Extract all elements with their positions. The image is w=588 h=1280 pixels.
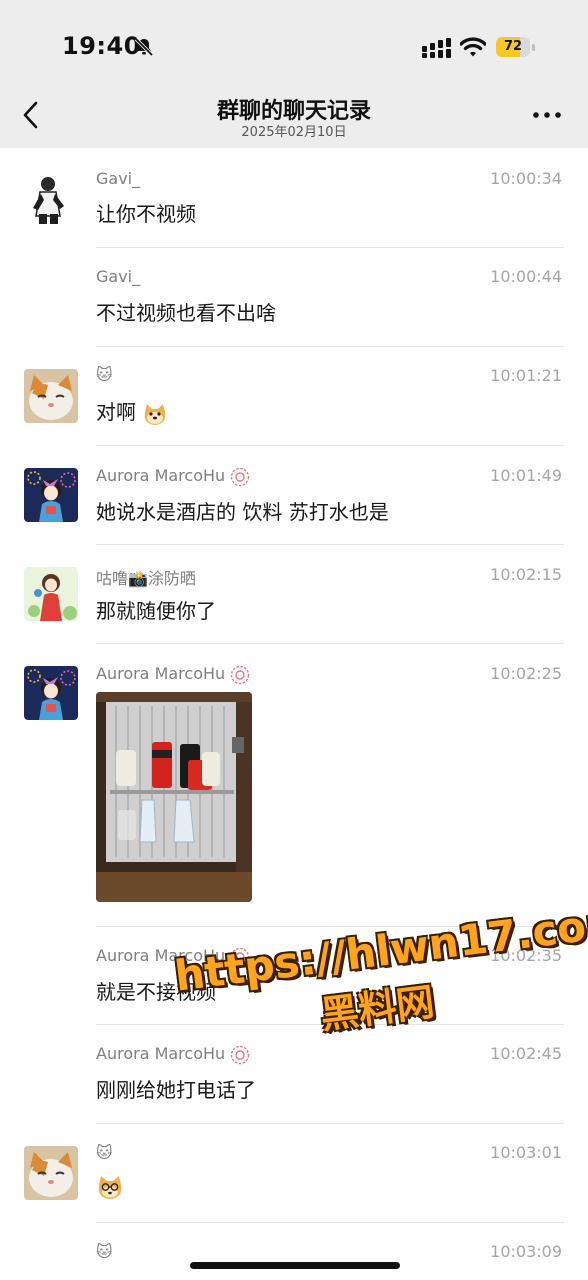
chat-message[interactable]: 🐱 10:01:21 对啊	[0, 347, 588, 446]
sender-name: Gavi_	[96, 267, 141, 286]
avatar-cat[interactable]	[24, 1146, 78, 1200]
mute-bell-icon	[134, 37, 154, 57]
message-text: 不过视频也看不出啥	[96, 301, 276, 325]
fridge-photo[interactable]	[96, 692, 252, 902]
message-text-value: 对啊	[96, 400, 136, 424]
more-options-icon[interactable]	[532, 110, 562, 120]
message-time: 10:01:21	[490, 366, 562, 385]
chat-message[interactable]: Aurora MarcoHu 10:01:49 她说水是酒店的 饮料 苏打水也是	[0, 446, 588, 545]
sender-name: 🐱	[96, 1242, 113, 1261]
sender-name: Aurora MarcoHu	[96, 466, 250, 487]
avatar-aurora[interactable]	[24, 666, 78, 720]
message-text: 刚刚给她打电话了	[96, 1078, 256, 1102]
message-text: 对啊	[96, 396, 168, 426]
flower-badge-icon	[231, 467, 250, 486]
message-text: 那就随便你了	[96, 599, 216, 623]
avatar-aurora[interactable]	[24, 468, 78, 522]
message-time: 10:02:45	[490, 1044, 562, 1063]
sender-name: 🐱	[96, 365, 113, 384]
message-time: 10:01:49	[490, 466, 562, 485]
flower-badge-icon	[231, 665, 250, 684]
sender-name-text: Aurora MarcoHu	[96, 466, 226, 485]
home-indicator[interactable]	[190, 1262, 400, 1269]
message-text	[96, 1173, 124, 1200]
cat-glasses-emoji-icon	[98, 1175, 122, 1199]
chat-message[interactable]: Aurora MarcoHu 10:02:25	[0, 644, 588, 927]
battery-level: 72	[503, 39, 523, 54]
message-time: 10:03:09	[490, 1242, 562, 1261]
sender-name-text: Aurora MarcoHu	[96, 664, 226, 683]
message-time: 10:02:25	[490, 664, 562, 683]
sender-name: 🐱	[96, 1143, 113, 1162]
avatar-gavi[interactable]	[24, 170, 78, 224]
avatar-cat[interactable]	[24, 369, 78, 423]
chat-message[interactable]: 🐱 10:03:09	[0, 1223, 588, 1280]
message-time: 10:03:01	[490, 1143, 562, 1162]
chat-message[interactable]: Gavi_ 10:00:34 让你不视频	[0, 150, 588, 248]
status-time: 19:40	[62, 32, 141, 60]
top-bar: 19:40 72 群聊的聊天记录 2025年02月10日	[0, 0, 588, 148]
message-time: 10:00:44	[490, 267, 562, 286]
battery-indicator: 72	[496, 37, 536, 57]
doge-emoji-icon	[145, 403, 166, 425]
page-date: 2025年02月10日	[241, 125, 347, 140]
wifi-icon	[460, 37, 486, 57]
chat-message[interactable]: 🐱 10:03:01	[0, 1124, 588, 1223]
message-time: 10:02:15	[490, 565, 562, 584]
message-text: 让你不视频	[96, 202, 196, 226]
chat-message[interactable]: Gavi_ 10:00:44 不过视频也看不出啥	[0, 248, 588, 347]
avatar-gulu[interactable]	[24, 567, 78, 621]
sender-name: 咕噜📸涂防晒	[96, 569, 196, 588]
chat-message[interactable]: 咕噜📸涂防晒 10:02:15 那就随便你了	[0, 545, 588, 644]
sender-name: Gavi_	[96, 169, 141, 188]
message-text: 她说水是酒店的 饮料 苏打水也是	[96, 500, 389, 524]
cellular-signal-icon	[422, 38, 451, 58]
sender-name: Aurora MarcoHu	[96, 664, 250, 685]
message-time: 10:00:34	[490, 169, 562, 188]
